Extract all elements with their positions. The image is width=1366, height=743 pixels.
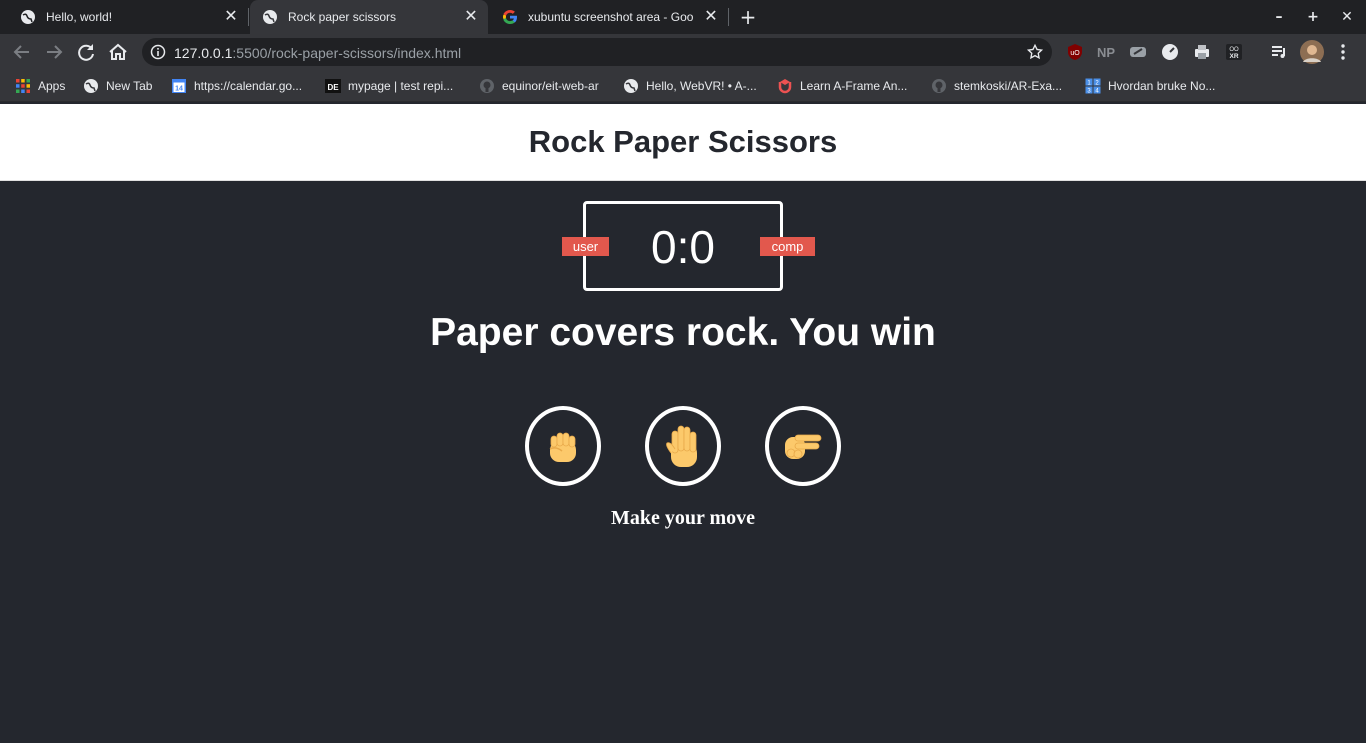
globe-icon <box>84 79 98 93</box>
close-icon[interactable]: ✕ <box>222 8 240 26</box>
raised-fist-hand-icon <box>549 432 576 462</box>
bookmark-label: mypage | test repi... <box>348 79 454 93</box>
url-host: 127.0.0.1 <box>174 45 233 61</box>
bookmark-label: Apps <box>38 79 66 93</box>
minimize-button[interactable]: – <box>1267 6 1291 28</box>
tab-separator <box>728 8 729 26</box>
speed-icon[interactable] <box>1161 43 1179 61</box>
bookmark-hello-webvr[interactable]: Hello, WebVR! • A-... <box>623 76 757 96</box>
bookmark-label: Learn A-Frame An... <box>800 79 908 93</box>
bookmark-mypage[interactable]: DE mypage | test repi... <box>325 76 453 96</box>
bookmark-label: Hvordan bruke No... <box>1108 79 1216 93</box>
media-queue-icon[interactable] <box>1270 43 1288 61</box>
globe-icon <box>21 10 35 24</box>
close-icon[interactable]: ✕ <box>702 8 720 26</box>
svg-text:NP: NP <box>1097 45 1115 60</box>
ublock-icon[interactable]: uO <box>1066 43 1084 61</box>
bookmark-equinor[interactable]: equinor/eit-web-ar <box>479 76 599 96</box>
new-tab-button[interactable]: + <box>736 5 760 29</box>
svg-text:DE: DE <box>327 83 339 92</box>
score-value: 0:0 <box>651 221 715 273</box>
bookmarks-bar: Apps New Tab 14 https://calendar.go... D… <box>0 70 1366 102</box>
bookmark-apps[interactable]: Apps <box>15 76 65 96</box>
webxr-icon[interactable]: OOXR <box>1225 43 1243 61</box>
star-icon[interactable] <box>1026 43 1044 61</box>
svg-text:uO: uO <box>1070 50 1080 57</box>
tab-bar: Hello, world! ✕ Rock paper scissors ✕ xu… <box>0 0 1366 34</box>
page-title: Rock Paper Scissors <box>528 124 838 159</box>
tab-rock-paper-scissors[interactable]: Rock paper scissors ✕ <box>250 0 488 34</box>
home-icon[interactable] <box>106 40 130 64</box>
close-window-button[interactable]: ✕ <box>1335 6 1359 28</box>
address-bar[interactable]: 127.0.0.1:5500/rock-paper-scissors/index… <box>142 38 1052 66</box>
globe-icon <box>624 79 638 93</box>
reload-icon[interactable] <box>74 40 98 64</box>
bookmark-label: stemkoski/AR-Exa... <box>954 79 1063 93</box>
bookmark-hvordan-bruke[interactable]: 1234 Hvordan bruke No... <box>1085 76 1215 96</box>
google-icon <box>502 10 517 24</box>
back-icon[interactable] <box>10 40 34 64</box>
forward-icon[interactable] <box>42 40 66 64</box>
bookmark-new-tab[interactable]: New Tab <box>83 76 152 96</box>
calendar-icon: 14 <box>172 79 186 93</box>
result-message: Paper covers rock. You win <box>430 311 936 354</box>
svg-text:14: 14 <box>175 86 183 93</box>
close-icon[interactable]: ✕ <box>462 8 480 26</box>
page-header: Rock Paper Scissors <box>0 104 1366 181</box>
comp-badge: comp <box>760 237 815 256</box>
raised-hand-icon <box>666 425 697 467</box>
avatar[interactable] <box>1300 40 1324 64</box>
bookmark-calendar[interactable]: 14 https://calendar.go... <box>171 76 302 96</box>
bookmark-label: equinor/eit-web-ar <box>502 79 599 93</box>
de-icon: DE <box>325 79 341 93</box>
bookmark-label: Hello, WebVR! • A-... <box>646 79 757 93</box>
bookmark-stemkoski[interactable]: stemkoski/AR-Exa... <box>931 76 1062 96</box>
gamepad-icon[interactable] <box>1129 43 1147 61</box>
np-icon[interactable]: NP <box>1097 43 1115 61</box>
victory-hand-icon <box>785 434 822 459</box>
apps-grid-icon <box>16 79 30 93</box>
paper-button[interactable] <box>645 406 721 486</box>
url-text[interactable]: 127.0.0.1:5500/rock-paper-scissors/index… <box>174 45 461 61</box>
page-content: Rock Paper Scissors 0:0 user comp Paper … <box>0 104 1366 743</box>
score-board: 0:0 <box>583 201 783 291</box>
info-icon[interactable] <box>150 44 166 60</box>
tab-google-search[interactable]: xubuntu screenshot area - Goo ✕ <box>490 0 728 34</box>
udemy-icon <box>778 79 792 94</box>
rock-button[interactable] <box>525 406 601 486</box>
user-badge: user <box>562 237 609 256</box>
tab-title: Hello, world! <box>46 10 113 24</box>
menu-icon[interactable] <box>1334 43 1352 61</box>
tab-hello-world[interactable]: Hello, world! ✕ <box>8 0 248 34</box>
tab-title: Rock paper scissors <box>288 10 397 24</box>
printer-icon[interactable] <box>1193 43 1211 61</box>
browser-toolbar: 127.0.0.1:5500/rock-paper-scissors/index… <box>0 34 1366 70</box>
tab-title: xubuntu screenshot area - Goo <box>528 10 694 24</box>
bookmark-learn-aframe[interactable]: Learn A-Frame An... <box>777 76 907 96</box>
svg-text:XR: XR <box>1229 53 1238 60</box>
move-prompt: Make your move <box>610 507 756 529</box>
globe-icon <box>263 10 277 24</box>
github-icon <box>480 79 494 93</box>
tab-separator <box>248 8 249 26</box>
maximize-button[interactable]: + <box>1301 6 1325 28</box>
bookmark-label: https://calendar.go... <box>194 79 303 93</box>
bookmark-label: New Tab <box>106 79 153 93</box>
url-path: :5500/rock-paper-scissors/index.html <box>232 45 462 61</box>
numbers-icon: 1 23 4 <box>1085 78 1101 94</box>
github-icon <box>932 79 946 93</box>
scissors-button[interactable] <box>765 406 841 486</box>
